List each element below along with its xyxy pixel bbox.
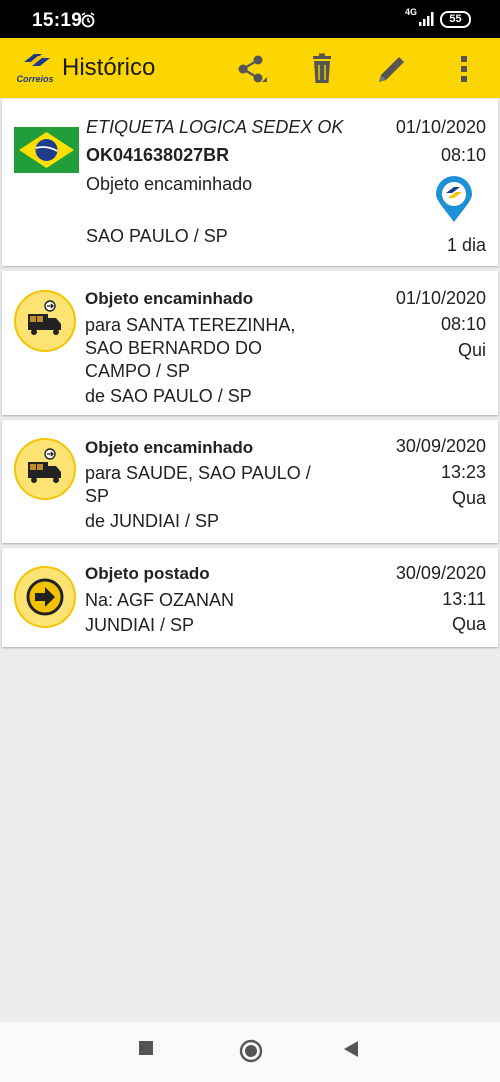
event-line: de JUNDIAI / SP [85, 511, 220, 531]
event-time: 13:23 [440, 462, 486, 482]
alarm-icon [81, 12, 95, 28]
app-bar: Correios Histórico [0, 38, 500, 98]
event-weekday: Qua [451, 488, 486, 508]
truck-icon [28, 448, 61, 483]
event-line: para SANTA TEREZINHA, [85, 315, 296, 335]
event-line: SAO BERNARDO DO [85, 338, 263, 358]
package-status: Objeto encaminhado [86, 174, 253, 194]
package-location: SAO PAULO / SP [86, 226, 228, 246]
network-type: 4G [405, 7, 418, 17]
correios-logo: Correios [14, 52, 56, 86]
event-weekday: Qua [451, 614, 486, 634]
event-icon-bg [14, 438, 76, 500]
status-time: 15:19 [32, 10, 83, 31]
event-title: Objeto encaminhado [85, 438, 254, 457]
signal-icon [419, 12, 434, 26]
event-title: Objeto encaminhado [85, 289, 254, 308]
more-vert-icon[interactable] [448, 52, 482, 86]
event-time: 13:11 [442, 589, 486, 609]
system-nav-bar [0, 1022, 500, 1082]
tracking-code: OK041638027BR [86, 145, 230, 165]
recents-icon[interactable] [138, 1040, 154, 1056]
event-line: CAMPO / SP [85, 361, 191, 381]
event-icon-bg [14, 290, 76, 352]
page-title: Histórico [62, 54, 156, 81]
pencil-icon[interactable] [375, 52, 409, 86]
trash-icon[interactable] [305, 52, 339, 86]
event-line: para SAUDE, SAO PAULO / [85, 463, 311, 483]
event-line: de SAO PAULO / SP [85, 386, 252, 406]
logo-text: Correios [16, 74, 54, 84]
event-line: Na: AGF OZANAN [85, 590, 235, 610]
event-line: JUNDIAI / SP [85, 615, 195, 635]
status-bar: 15:19 4G 55 [0, 0, 500, 38]
summary-date: 01/10/2020 [395, 117, 486, 137]
event-date: 01/10/2020 [395, 288, 486, 308]
event-date: 30/09/2020 [395, 436, 486, 456]
summary-time: 08:10 [440, 145, 486, 165]
home-icon[interactable] [239, 1039, 263, 1063]
days-in-transit: 1 dia [446, 235, 486, 255]
event-weekday: Qui [457, 340, 486, 360]
event-date: 30/09/2020 [395, 563, 486, 583]
event-title: Objeto postado [85, 564, 210, 583]
share-icon[interactable] [234, 52, 268, 86]
event-icon-bg [14, 566, 76, 628]
brazil-flag-icon [14, 127, 79, 173]
back-icon[interactable] [343, 1040, 359, 1058]
package-label: ETIQUETA LOGICA SEDEX OK [86, 117, 344, 137]
map-pin-icon[interactable] [434, 176, 474, 224]
arrow-right-icon [26, 578, 64, 616]
correios-logo-icon [24, 54, 50, 66]
truck-icon [28, 300, 61, 335]
event-line: SP [85, 486, 110, 506]
battery-indicator: 55 [440, 11, 471, 28]
event-time: 08:10 [440, 314, 486, 334]
